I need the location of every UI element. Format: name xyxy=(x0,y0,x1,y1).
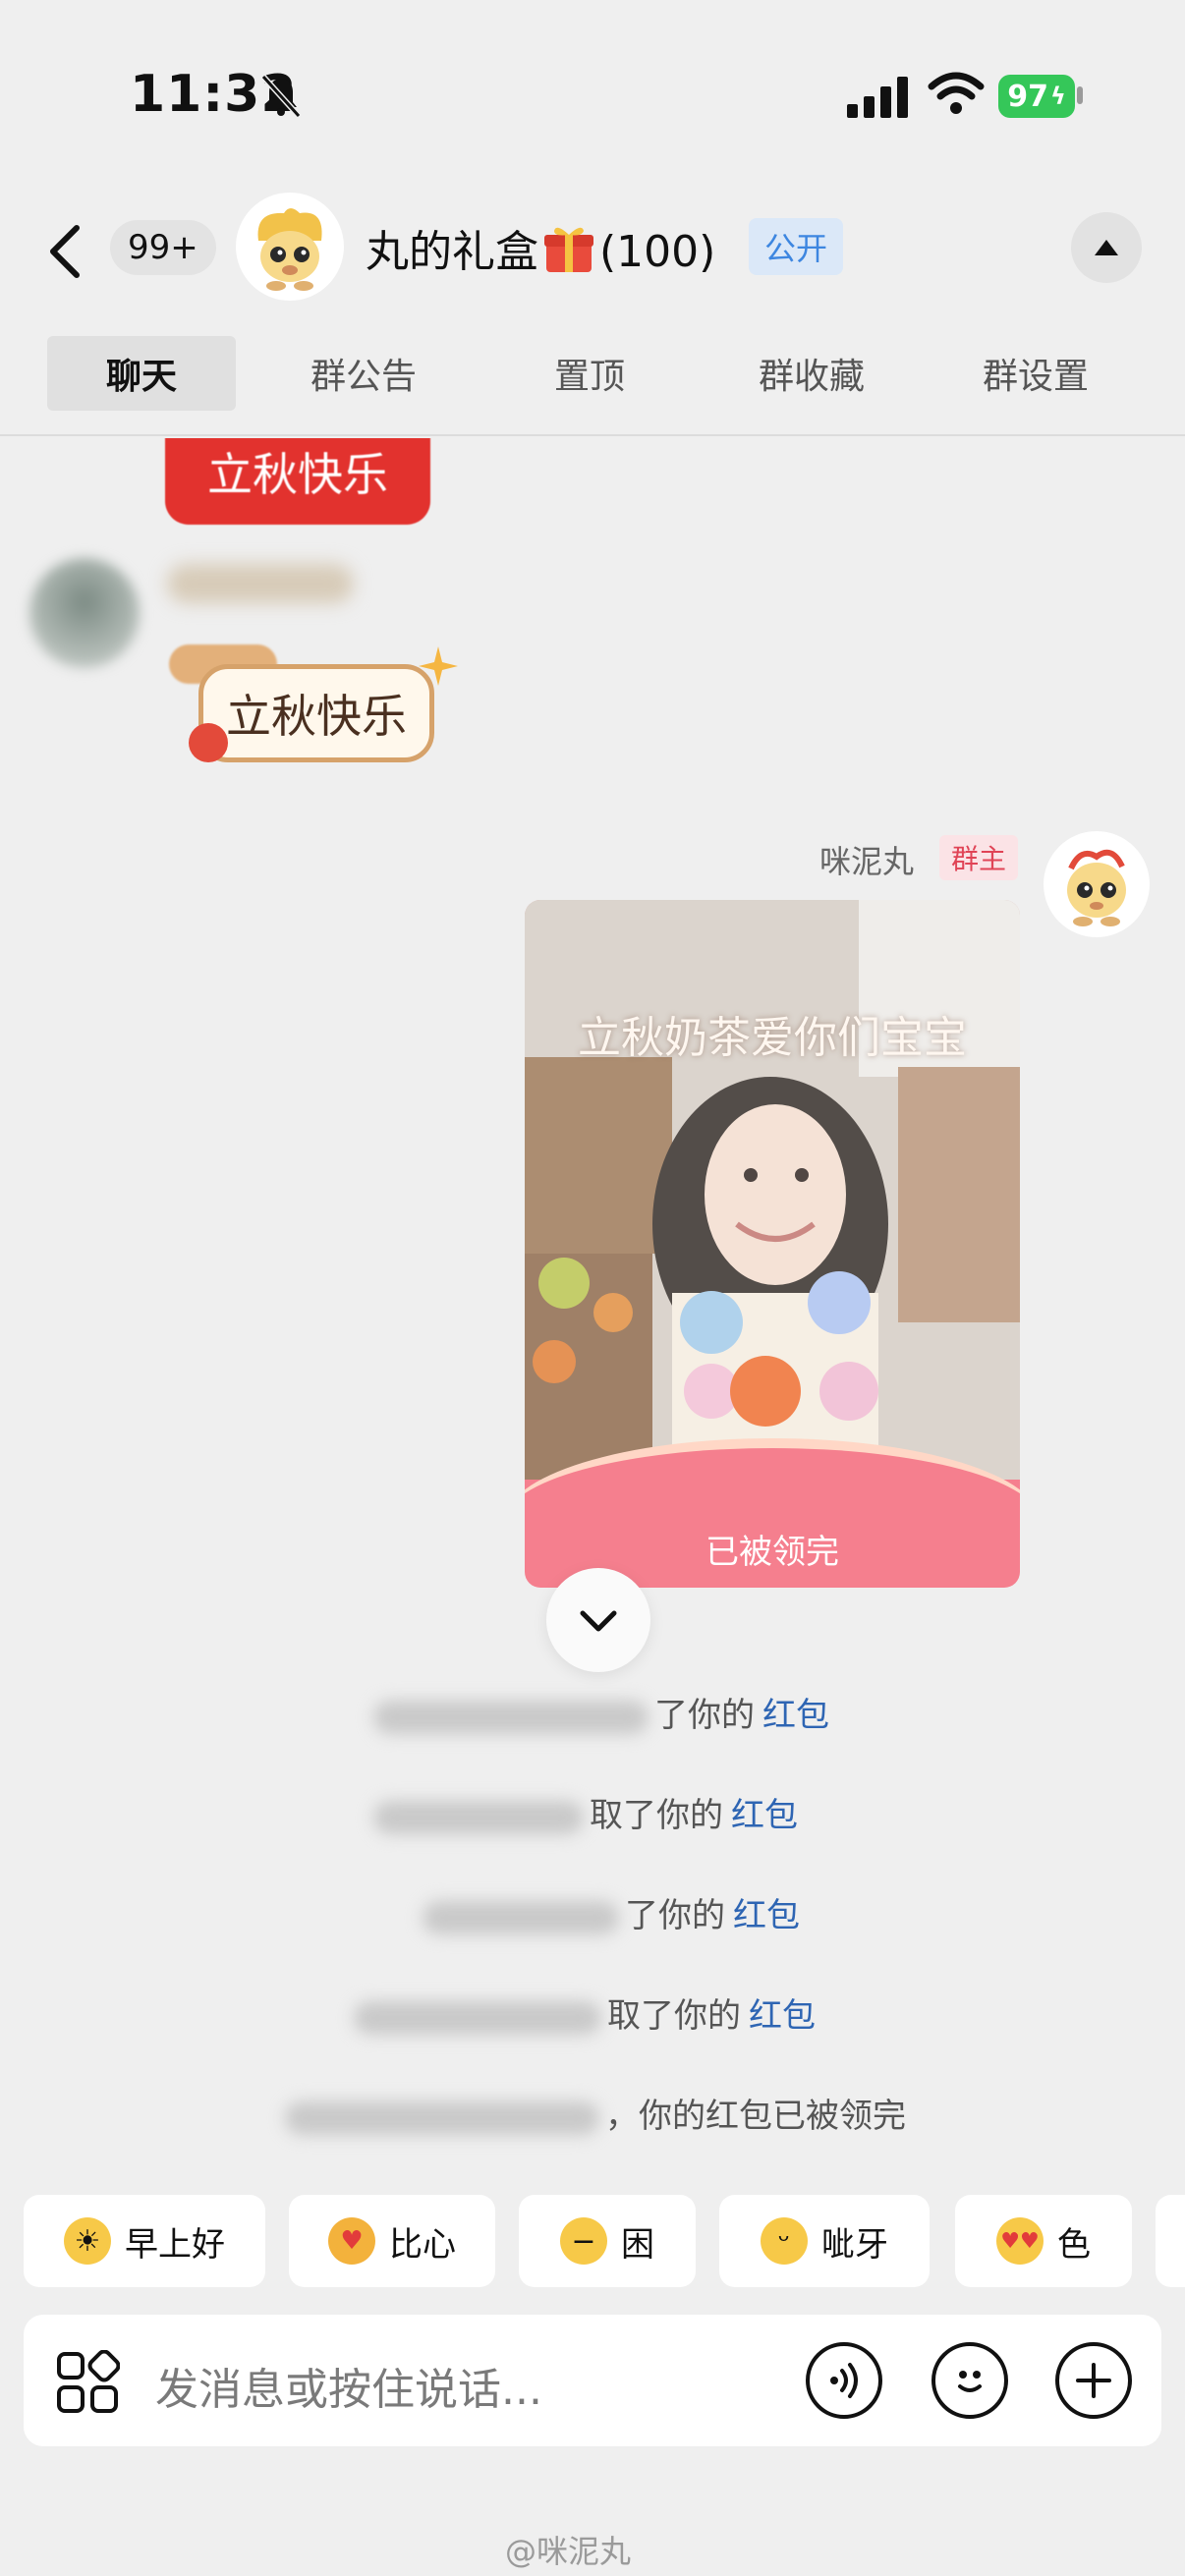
system-text: 了你的 xyxy=(625,1896,725,1935)
quick-reply-label: 比心 xyxy=(389,2224,456,2265)
chat-area[interactable]: 立秋快乐 立秋快乐 咪泥丸 群主 立秋奶茶爱你们宝宝 已被领完 了你的 红包 取… xyxy=(0,438,1185,2187)
member-name-blurred xyxy=(167,564,354,603)
group-avatar[interactable] xyxy=(236,193,344,301)
triangle-up-icon xyxy=(1095,240,1118,255)
plush-mascot-icon xyxy=(257,208,322,291)
red-packet-caption: 立秋奶茶爱你们宝宝 xyxy=(578,1013,967,1063)
visibility-tag: 公开 xyxy=(749,218,844,275)
add-button[interactable] xyxy=(1055,2342,1132,2419)
system-message: 取了你的 红包 xyxy=(373,1788,798,1836)
system-message: 了你的 红包 xyxy=(373,1688,829,1736)
quick-reply-label: 色 xyxy=(1057,2224,1091,2265)
member-count: (100) xyxy=(599,227,716,277)
sender-name: 咪泥丸 xyxy=(819,843,915,880)
system-text: 取了你的 xyxy=(590,1796,723,1835)
heart-hands-emoji-icon: ♥ xyxy=(328,2217,375,2265)
voice-button[interactable] xyxy=(806,2342,882,2419)
sparkle-icon xyxy=(419,646,458,686)
red-packet-link[interactable]: 红包 xyxy=(749,1996,816,2036)
blurred-name xyxy=(373,1700,649,1734)
system-message: ，你的红包已被领完 xyxy=(285,2089,906,2137)
quick-reply-grin[interactable]: ᵕ 呲牙 xyxy=(719,2195,930,2287)
tab-pinned[interactable]: 置顶 xyxy=(521,336,658,411)
smiley-icon xyxy=(958,2371,982,2392)
group-title[interactable]: 丸的礼盒 (100) xyxy=(366,216,715,279)
system-text: 了你的 xyxy=(654,1696,755,1735)
quick-reply-label: 早上好 xyxy=(125,2224,225,2265)
tab-chat[interactable]: 聊天 xyxy=(47,336,236,411)
member-avatar-blurred[interactable] xyxy=(29,558,140,668)
charging-icon: ϟ xyxy=(1049,83,1066,110)
system-message: 取了你的 红包 xyxy=(354,1988,816,2037)
tab-favorites[interactable]: 群收藏 xyxy=(733,336,890,411)
message-input[interactable]: 发消息或按住说话... xyxy=(155,2354,542,2417)
tab-settings[interactable]: 群设置 xyxy=(957,336,1114,411)
sleepy-emoji-icon: − xyxy=(560,2217,607,2265)
apps-grid-icon[interactable] xyxy=(55,2350,120,2415)
red-packet-link[interactable]: 红包 xyxy=(733,1896,800,1935)
system-message: 了你的 红包 xyxy=(423,1888,800,1936)
wifi-icon xyxy=(928,72,985,114)
plus-icon xyxy=(1076,2363,1111,2398)
red-packet-card[interactable]: 立秋奶茶爱你们宝宝 已被领完 xyxy=(525,900,1020,1588)
heart-eyes-emoji-icon: ♥♥ xyxy=(996,2217,1044,2265)
tab-bar: 聊天 群公告 置顶 群收藏 群设置 xyxy=(0,330,1185,436)
battery-indicator: 97 ϟ xyxy=(998,75,1075,118)
sticker-message[interactable]: 立秋快乐 xyxy=(165,438,430,525)
grin-emoji-icon: ᵕ xyxy=(761,2217,808,2265)
chevron-down-icon xyxy=(580,1610,617,1632)
status-bar: 11:32 97 ϟ xyxy=(0,0,1185,187)
quick-reply-more[interactable] xyxy=(1156,2195,1185,2287)
blurred-name xyxy=(285,2100,599,2135)
quick-reply-label: 困 xyxy=(621,2224,654,2265)
red-packet-status: 已被领完 xyxy=(705,1533,839,1572)
sender-avatar[interactable] xyxy=(1044,831,1150,937)
quick-reply-morning[interactable]: ☀ 早上好 xyxy=(24,2195,265,2287)
quick-reply-label: 呲牙 xyxy=(821,2224,888,2265)
system-text: ，你的红包已被领完 xyxy=(605,2097,906,2136)
emoji-button[interactable] xyxy=(931,2342,1008,2419)
photo-overlay xyxy=(525,900,1020,1480)
scroll-to-bottom-button[interactable] xyxy=(546,1568,650,1672)
quick-reply-sleepy[interactable]: − 困 xyxy=(519,2195,696,2287)
tab-announcement[interactable]: 群公告 xyxy=(285,336,442,411)
plush-mascot-icon xyxy=(1067,849,1126,926)
collapse-button[interactable] xyxy=(1071,212,1142,283)
gift-emoji-icon xyxy=(544,227,593,272)
blurred-name xyxy=(354,2000,601,2035)
blurred-name xyxy=(423,1900,619,1934)
sticker-message[interactable]: 立秋快乐 xyxy=(169,644,464,772)
system-text: 取了你的 xyxy=(607,1996,741,2036)
quick-reply-heart[interactable]: ♥ 比心 xyxy=(289,2195,495,2287)
owner-tag: 群主 xyxy=(939,835,1019,880)
blurred-name xyxy=(373,1800,584,1834)
cellular-signal-icon xyxy=(847,77,908,118)
sun-emoji-icon: ☀ xyxy=(64,2217,111,2265)
quick-reply-heart-eyes[interactable]: ♥♥ 色 xyxy=(955,2195,1132,2287)
battery-nub xyxy=(1077,86,1083,104)
group-name: 丸的礼盒 xyxy=(366,227,538,277)
red-packet-link[interactable]: 红包 xyxy=(762,1696,829,1735)
bell-muted-icon xyxy=(260,74,302,119)
watermark: @咪泥丸 xyxy=(505,2533,632,2570)
battery-level: 97 xyxy=(1007,79,1048,114)
apple-decoration xyxy=(189,723,228,762)
sticker-text: 立秋快乐 xyxy=(198,664,434,762)
unread-badge[interactable]: 99+ xyxy=(110,220,216,275)
red-packet-link[interactable]: 红包 xyxy=(731,1796,798,1835)
back-arrow-icon[interactable] xyxy=(45,222,85,281)
voice-wave-icon xyxy=(830,2363,858,2398)
